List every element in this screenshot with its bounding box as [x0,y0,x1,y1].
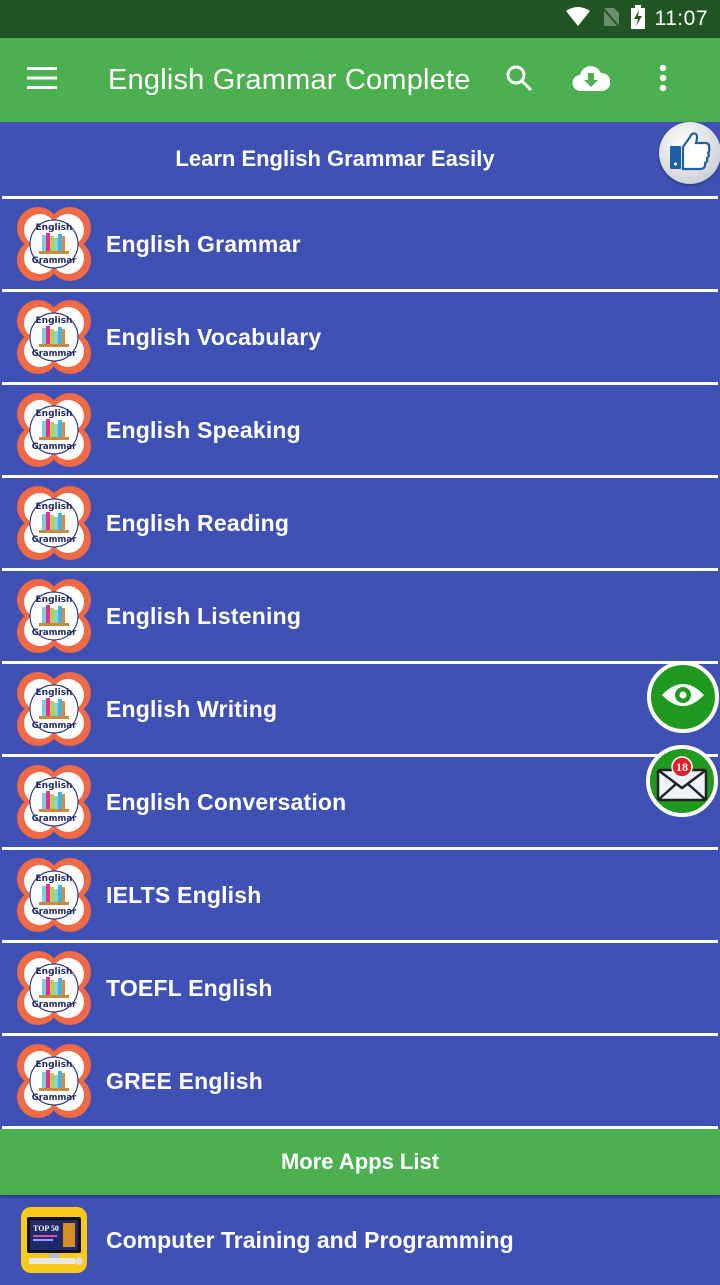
topic-label: English Speaking [106,416,301,443]
topic-list-item[interactable]: English Grammar English Conversation [0,757,720,847]
download-button[interactable] [555,38,627,122]
icon-text-top: English [36,1060,73,1070]
more-apps-header[interactable]: More Apps List [0,1129,720,1195]
topic-label: IELTS English [106,881,262,908]
app-bar: English Grammar Complete [0,38,720,122]
mail-icon: 18 [656,755,708,807]
icon-text-bottom: Grammar [32,1093,77,1103]
overflow-menu-button[interactable] [627,38,699,122]
icon-text-top: English [36,316,73,326]
english-grammar-book-icon: English Grammar [16,1043,92,1119]
more-vert-icon [659,64,667,97]
topic-list: English Grammar English Grammar English … [0,199,720,1129]
english-grammar-book-icon: English Grammar [16,206,92,282]
english-grammar-book-icon: English Grammar [16,299,92,375]
topic-list-item[interactable]: English Grammar English Speaking [0,385,720,475]
section-header: Learn English Grammar Easily [175,146,495,171]
topic-label: English Conversation [106,788,347,815]
eye-icon [660,681,706,714]
content: Learn English Grammar Easily English Gra… [0,122,720,1280]
topic-list-item[interactable]: English Grammar English Grammar [0,199,720,289]
topic-list-item[interactable]: English Grammar English Reading [0,478,720,568]
wifi-icon [565,6,591,33]
no-sim-icon [601,6,621,33]
icon-text-top: English [36,595,73,605]
icon-text-top: English [36,874,73,884]
icon-text-top: English [36,502,73,512]
english-grammar-book-icon: English Grammar [16,857,92,933]
icon-text-top: English [36,688,73,698]
icon-text-bottom: Grammar [32,349,77,359]
more-app-item[interactable]: TOP 50 Computer Training and Programming [0,1195,720,1285]
mail-button[interactable]: 18 [646,745,718,817]
icon-text-bottom: Grammar [32,442,77,452]
icon-text-bottom: Grammar [32,535,77,545]
icon-text-top: English [36,781,73,791]
english-grammar-book-icon: English Grammar [16,578,92,654]
icon-text-bottom: Grammar [32,907,77,917]
hamburger-menu-icon [27,66,57,94]
icon-text-top: English [36,409,73,419]
topic-list-item[interactable]: English Grammar TOEFL English [0,943,720,1033]
topic-list-item[interactable]: English Grammar English Listening [0,571,720,661]
topic-label: GREE English [106,1067,264,1094]
cloud-download-icon [572,64,611,97]
topic-list-item[interactable]: English Grammar English Vocabulary [0,292,720,382]
icon-text-top: English [36,967,73,977]
english-grammar-book-icon: English Grammar [16,485,92,561]
english-grammar-book-icon: English Grammar [16,950,92,1026]
icon-text-bottom: Grammar [32,628,77,638]
search-button[interactable] [483,38,555,122]
icon-text-bottom: Grammar [32,814,77,824]
more-app-label: Computer Training and Programming [106,1226,514,1253]
view-button[interactable] [647,661,719,733]
menu-button[interactable] [0,38,84,122]
topic-label: English Writing [106,695,278,722]
english-grammar-book-icon: English Grammar [16,392,92,468]
english-grammar-book-icon: English Grammar [16,671,92,747]
search-icon [505,64,533,97]
topic-label: English Grammar [106,230,301,257]
icon-text-top: English [36,223,73,233]
icon-text-bottom: Grammar [32,256,77,266]
like-button[interactable] [659,122,720,184]
icon-text-bottom: Grammar [32,1000,77,1010]
topic-label: English Vocabulary [106,323,322,350]
computer-training-app-icon: TOP 50 [21,1207,87,1273]
topic-label: TOEFL English [106,974,273,1001]
icon-text-bottom: Grammar [32,721,77,731]
app-icon-text: TOP 50 [33,1224,59,1233]
topic-list-item[interactable]: English Grammar IELTS English [0,850,720,940]
mail-badge-count: 18 [676,760,688,774]
clock: 11:07 [654,7,708,30]
english-grammar-book-icon: English Grammar [16,764,92,840]
topic-list-item[interactable]: English Grammar GREE English [0,1036,720,1126]
topic-list-item[interactable]: English Grammar English Writing [0,664,720,754]
topic-label: English Listening [106,602,302,629]
status-bar: 11:07 [0,0,720,38]
battery-charging-icon [630,4,645,34]
app-title: English Grammar Complete [108,63,471,96]
thumbs-up-icon [668,131,712,176]
topic-label: English Reading [106,509,290,536]
